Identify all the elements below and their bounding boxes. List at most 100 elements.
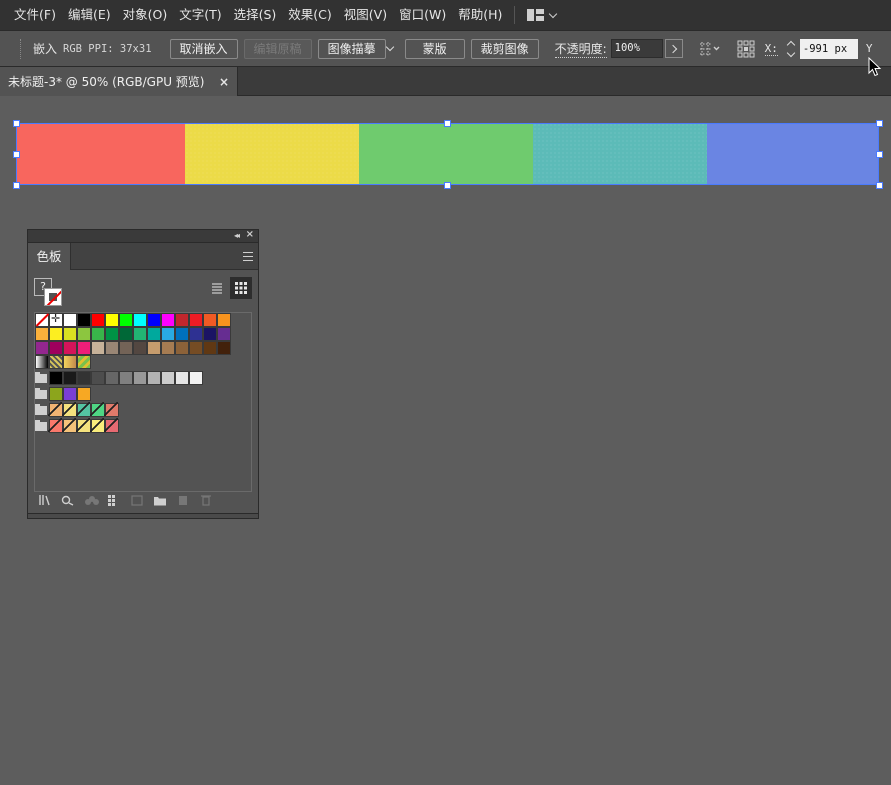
collapse-icon[interactable]: ◂◂ xyxy=(234,231,240,240)
stroke-swatch[interactable] xyxy=(44,288,62,306)
gradient-swatch[interactable] xyxy=(63,355,77,369)
swatch[interactable] xyxy=(203,341,217,355)
swatch[interactable] xyxy=(119,327,133,341)
gradient-swatch[interactable] xyxy=(35,355,49,369)
opacity-expand-button[interactable] xyxy=(664,39,683,58)
align-icon[interactable] xyxy=(699,40,720,58)
crop-image-button[interactable]: 裁剪图像 xyxy=(470,38,539,59)
swatch[interactable] xyxy=(62,418,77,433)
swatch[interactable] xyxy=(91,341,105,355)
swatch[interactable] xyxy=(105,313,119,327)
swatch[interactable] xyxy=(147,313,161,327)
swatch-registration[interactable] xyxy=(49,312,63,327)
swatch[interactable] xyxy=(91,327,105,341)
menu-help[interactable]: 帮助(H) xyxy=(452,0,508,30)
swatch[interactable] xyxy=(49,387,63,401)
swatch[interactable] xyxy=(147,341,161,355)
swatch[interactable] xyxy=(147,371,161,385)
swatch[interactable] xyxy=(77,387,91,401)
swatch[interactable] xyxy=(91,371,105,385)
unembed-button[interactable]: 取消嵌入 xyxy=(169,38,238,59)
swatch[interactable] xyxy=(119,371,133,385)
placed-image[interactable] xyxy=(16,123,879,185)
x-spinner-icon[interactable] xyxy=(786,39,796,59)
swatch[interactable] xyxy=(90,418,105,433)
swatch[interactable] xyxy=(203,327,217,341)
swatch[interactable] xyxy=(175,327,189,341)
swatch[interactable] xyxy=(217,327,231,341)
menu-type[interactable]: 文字(T) xyxy=(173,0,227,30)
swatch[interactable] xyxy=(147,327,161,341)
swatch[interactable] xyxy=(104,402,119,417)
document-tab[interactable]: 未标题-3* @ 50% (RGB/GPU 预览) × xyxy=(0,67,238,96)
menu-effect[interactable]: 效果(C) xyxy=(282,0,337,30)
swatch[interactable] xyxy=(63,371,77,385)
swatch[interactable] xyxy=(133,313,147,327)
swatch[interactable] xyxy=(62,402,77,417)
menu-view[interactable]: 视图(V) xyxy=(338,0,393,30)
panel-title-bar[interactable]: ◂◂ × xyxy=(28,229,258,243)
swatch[interactable] xyxy=(217,341,231,355)
new-folder-icon[interactable] xyxy=(153,494,167,506)
selection-handle-bottom[interactable] xyxy=(444,182,451,189)
swatch[interactable] xyxy=(161,341,175,355)
selection-handle-bottom-right[interactable] xyxy=(876,182,883,189)
menu-window[interactable]: 窗口(W) xyxy=(393,0,452,30)
swatch[interactable] xyxy=(35,341,49,355)
swatch[interactable] xyxy=(91,313,105,327)
opacity-input[interactable]: 100% xyxy=(610,39,663,58)
swatch[interactable] xyxy=(90,402,105,417)
swatch[interactable] xyxy=(189,313,203,327)
swatch[interactable] xyxy=(203,313,217,327)
swatch[interactable] xyxy=(76,418,91,433)
menu-edit[interactable]: 编辑(E) xyxy=(62,0,117,30)
swatch-options-icon[interactable] xyxy=(107,494,121,506)
swatch-libraries-icon[interactable] xyxy=(38,494,52,506)
swatch[interactable] xyxy=(49,371,63,385)
swatch[interactable] xyxy=(119,341,133,355)
gradient-swatch[interactable] xyxy=(77,355,91,369)
edit-original-button[interactable]: 编辑原稿 xyxy=(243,38,312,59)
selection-handle-top-right[interactable] xyxy=(876,120,883,127)
menu-select[interactable]: 选择(S) xyxy=(228,0,283,30)
show-swatch-kinds-icon[interactable] xyxy=(61,494,75,506)
swatch[interactable] xyxy=(63,327,77,341)
swatch[interactable] xyxy=(76,402,91,417)
mask-button[interactable]: 蒙版 xyxy=(404,38,465,59)
menu-file[interactable]: 文件(F) xyxy=(8,0,62,30)
swatch[interactable] xyxy=(217,313,231,327)
swatch[interactable] xyxy=(175,341,189,355)
swatch[interactable] xyxy=(49,327,63,341)
menu-object[interactable]: 对象(O) xyxy=(117,0,174,30)
swatch-none[interactable] xyxy=(35,313,49,327)
gradient-swatch[interactable] xyxy=(49,355,63,369)
swatch[interactable] xyxy=(48,402,63,417)
swatch[interactable] xyxy=(189,371,203,385)
swatch[interactable] xyxy=(175,313,189,327)
swatch[interactable] xyxy=(105,327,119,341)
swatch[interactable] xyxy=(133,371,147,385)
swatch[interactable] xyxy=(77,327,91,341)
panel-close-icon[interactable]: × xyxy=(246,229,254,240)
swatch[interactable] xyxy=(77,313,91,327)
panel-resize-grip[interactable] xyxy=(28,513,258,518)
swatch[interactable] xyxy=(77,371,91,385)
selection-handle-left[interactable] xyxy=(13,151,20,158)
selection-handle-bottom-left[interactable] xyxy=(13,182,20,189)
fill-stroke-indicator[interactable]: ? xyxy=(34,278,64,308)
x-coordinate-input[interactable]: -991 px xyxy=(799,38,858,59)
swatch[interactable] xyxy=(105,341,119,355)
swatch[interactable] xyxy=(189,327,203,341)
reference-point-icon[interactable] xyxy=(737,40,755,58)
list-view-icon[interactable] xyxy=(206,277,228,299)
control-bar-grip[interactable] xyxy=(20,38,23,59)
swatch[interactable] xyxy=(161,313,175,327)
selection-handle-top-left[interactable] xyxy=(13,120,20,127)
opacity-label[interactable]: 不透明度: xyxy=(554,40,607,58)
tab-swatches[interactable]: 色板 xyxy=(28,243,71,270)
thumbnail-view-icon[interactable] xyxy=(230,277,252,299)
swatch[interactable] xyxy=(63,313,77,327)
swatch[interactable] xyxy=(133,341,147,355)
panel-menu-icon[interactable] xyxy=(243,252,253,261)
swatch[interactable] xyxy=(63,387,77,401)
